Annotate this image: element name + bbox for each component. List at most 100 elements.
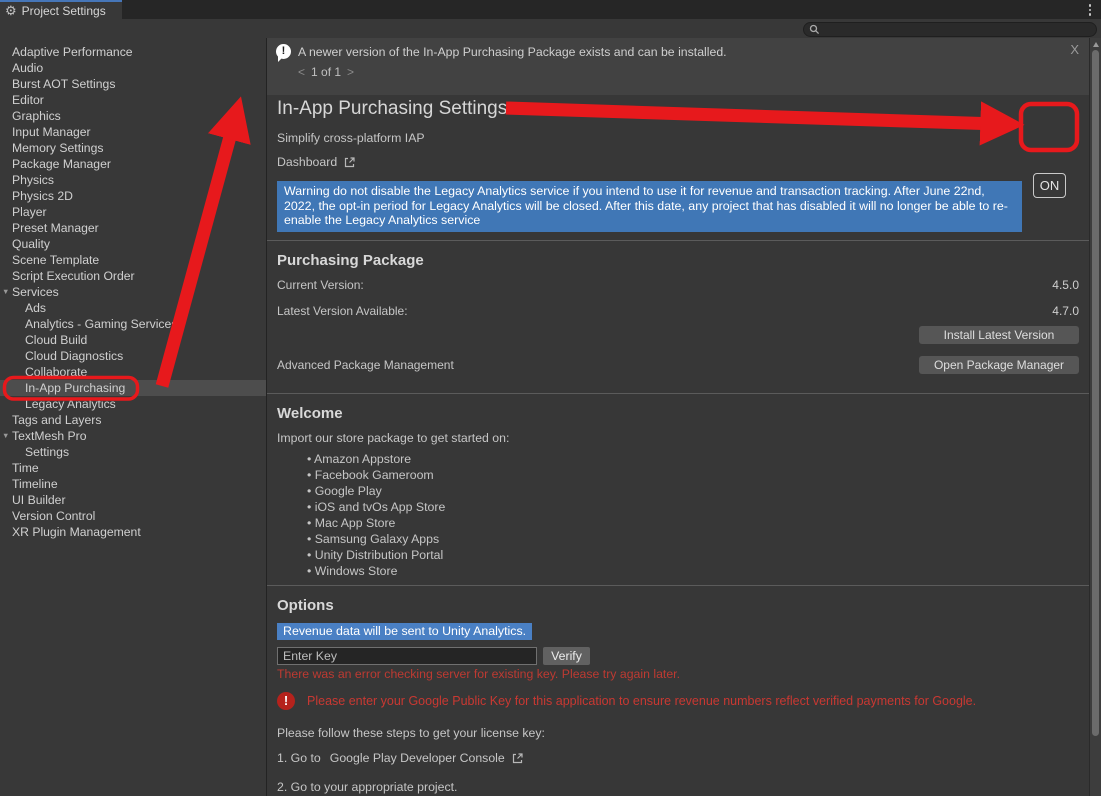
search-input[interactable] [820, 23, 1080, 35]
open-package-manager-button[interactable]: Open Package Manager [919, 356, 1079, 374]
sidebar-item-label: Burst AOT Settings [12, 77, 115, 91]
sidebar-item-script-execution-order[interactable]: Script Execution Order [0, 268, 266, 284]
license-step-2: 2. Go to your appropriate project. [277, 780, 1079, 794]
sidebar-item-label: Quality [12, 237, 50, 251]
sidebar-item-adaptive-performance[interactable]: Adaptive Performance [0, 44, 266, 60]
sidebar-item-quality[interactable]: Quality [0, 236, 266, 252]
purchasing-package-section: Purchasing Package Current Version: 4.5.… [267, 240, 1089, 393]
store-list-item: Mac App Store [277, 515, 1079, 531]
step1-prefix: 1. Go to [277, 751, 321, 765]
sidebar-list: Adaptive PerformanceAudioBurst AOT Setti… [0, 19, 266, 540]
gear-icon: ⚙ [5, 4, 17, 17]
sidebar-item-label: Adaptive Performance [12, 45, 133, 59]
sidebar-item-label: Services [12, 285, 59, 299]
key-check-error-text: There was an error checking server for e… [277, 667, 1079, 681]
page-title: In-App Purchasing Settings [277, 98, 1079, 120]
sidebar-item-label: XR Plugin Management [12, 525, 141, 539]
sidebar-item-label: Version Control [12, 509, 95, 523]
sidebar-item-cloud-diagnostics[interactable]: Cloud Diagnostics [0, 348, 266, 364]
update-notification: ! A newer version of the In-App Purchasi… [267, 38, 1089, 95]
store-list-item: Amazon Appstore [277, 451, 1079, 467]
sidebar-item-textmesh-pro[interactable]: ▼TextMesh Pro [0, 428, 266, 444]
sidebar-item-preset-manager[interactable]: Preset Manager [0, 220, 266, 236]
sidebar-item-physics[interactable]: Physics [0, 172, 266, 188]
sidebar-item-label: Physics 2D [12, 189, 73, 203]
sidebar-item-player[interactable]: Player [0, 204, 266, 220]
sidebar-item-label: Preset Manager [12, 221, 99, 235]
sidebar-item-label: Input Manager [12, 125, 91, 139]
pager-label: 1 of 1 [311, 65, 341, 79]
sidebar-item-cloud-build[interactable]: Cloud Build [0, 332, 266, 348]
sidebar-item-label: In-App Purchasing [25, 381, 125, 395]
sidebar-item-label: Collaborate [25, 365, 87, 379]
sidebar-item-in-app-purchasing[interactable]: In-App Purchasing [0, 380, 266, 396]
scrollbar-thumb[interactable] [1092, 50, 1099, 736]
notification-close-button[interactable]: X [1070, 42, 1079, 57]
store-list-item: Windows Store [277, 563, 1079, 579]
current-version-value: 4.5.0 [1052, 278, 1079, 292]
search-box[interactable] [803, 22, 1097, 37]
verify-button[interactable]: Verify [543, 647, 590, 665]
sidebar-item-audio[interactable]: Audio [0, 60, 266, 76]
kebab-menu-icon[interactable] [1086, 3, 1094, 17]
store-list-item: Google Play [277, 483, 1079, 499]
tab-project-settings[interactable]: ⚙ Project Settings [0, 0, 122, 19]
sidebar-item-label: Tags and Layers [12, 413, 101, 427]
store-list-item: Facebook Gameroom [277, 467, 1079, 483]
sidebar-item-label: Memory Settings [12, 141, 103, 155]
section-title-options: Options [277, 597, 1079, 614]
sidebar-item-label: Script Execution Order [12, 269, 135, 283]
sidebar-item-label: Legacy Analytics [25, 397, 116, 411]
sidebar-item-ui-builder[interactable]: UI Builder [0, 492, 266, 508]
sidebar-item-timeline[interactable]: Timeline [0, 476, 266, 492]
expander-triangle-icon[interactable]: ▼ [2, 284, 9, 300]
google-play-console-link[interactable]: Google Play Developer Console [330, 751, 505, 765]
sidebar-item-scene-template[interactable]: Scene Template [0, 252, 266, 268]
sidebar-item-graphics[interactable]: Graphics [0, 108, 266, 124]
sidebar-item-time[interactable]: Time [0, 460, 266, 476]
sidebar-item-xr-plugin-management[interactable]: XR Plugin Management [0, 524, 266, 540]
sidebar-item-burst-aot-settings[interactable]: Burst AOT Settings [0, 76, 266, 92]
vertical-scrollbar[interactable] [1089, 38, 1101, 796]
sidebar-item-editor[interactable]: Editor [0, 92, 266, 108]
expander-triangle-icon[interactable]: ▼ [2, 428, 9, 444]
sidebar-item-label: UI Builder [12, 493, 66, 507]
sidebar-item-label: Analytics - Gaming Services [25, 317, 177, 331]
sidebar-item-memory-settings[interactable]: Memory Settings [0, 140, 266, 156]
sidebar-item-settings[interactable]: Settings [0, 444, 266, 460]
sidebar-item-label: Settings [25, 445, 69, 459]
iap-on-toggle-button[interactable]: ON [1033, 173, 1066, 198]
latest-version-label: Latest Version Available: [277, 304, 408, 318]
sidebar-item-label: TextMesh Pro [12, 429, 87, 443]
pager-prev-button[interactable]: < [298, 65, 305, 79]
dashboard-link[interactable]: Dashboard [277, 155, 356, 169]
sidebar-item-version-control[interactable]: Version Control [0, 508, 266, 524]
advanced-package-management-label: Advanced Package Management [277, 358, 454, 372]
sidebar-item-input-manager[interactable]: Input Manager [0, 124, 266, 140]
sidebar-item-label: Graphics [12, 109, 61, 123]
notification-text: A newer version of the In-App Purchasing… [298, 45, 727, 59]
sidebar-item-analytics-gaming-services[interactable]: Analytics - Gaming Services [0, 316, 266, 332]
sidebar-item-package-manager[interactable]: Package Manager [0, 156, 266, 172]
sidebar-item-label: Timeline [12, 477, 58, 491]
sidebar-item-ads[interactable]: Ads [0, 300, 266, 316]
notification-pager: < 1 of 1 > [298, 65, 1079, 79]
sidebar-item-legacy-analytics[interactable]: Legacy Analytics [0, 396, 266, 412]
install-latest-version-button[interactable]: Install Latest Version [919, 326, 1079, 344]
google-key-warning-text: Please enter your Google Public Key for … [307, 694, 976, 708]
main-panel: ! A newer version of the In-App Purchasi… [266, 38, 1089, 796]
latest-version-value: 4.7.0 [1052, 304, 1079, 318]
store-list-item: iOS and tvOs App Store [277, 499, 1079, 515]
pager-next-button[interactable]: > [347, 65, 354, 79]
sidebar-item-label: Cloud Diagnostics [25, 349, 123, 363]
google-key-input[interactable] [277, 647, 537, 665]
scroll-up-arrow-icon[interactable] [1093, 42, 1099, 47]
welcome-section: Welcome Import our store package to get … [267, 393, 1089, 585]
sidebar-item-services[interactable]: ▼Services [0, 284, 266, 300]
sidebar-item-tags-and-layers[interactable]: Tags and Layers [0, 412, 266, 428]
sidebar-item-physics-2d[interactable]: Physics 2D [0, 188, 266, 204]
search-icon [809, 24, 820, 35]
sidebar-item-collaborate[interactable]: Collaborate [0, 364, 266, 380]
sidebar-item-label: Editor [12, 93, 44, 107]
sidebar-item-label: Package Manager [12, 157, 111, 171]
